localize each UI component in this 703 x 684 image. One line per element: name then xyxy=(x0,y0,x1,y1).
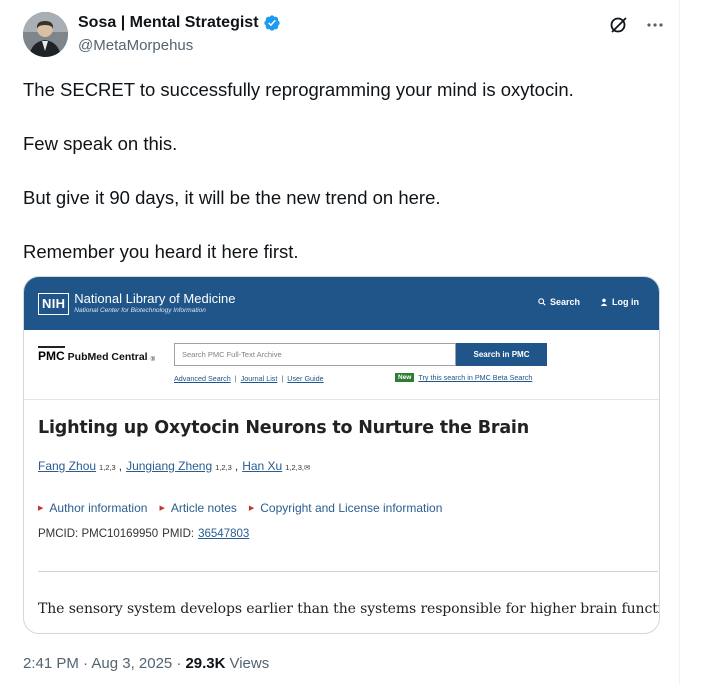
author-affiliation: 1,2,3 xyxy=(99,463,116,472)
nlm-login-link: Log in xyxy=(600,297,639,307)
pmcid: PMCID: PMC10169950 xyxy=(38,528,159,540)
tweet-paragraph: Remember you heard it here first. xyxy=(23,241,299,262)
abstract-line: The sensory system develops earlier than… xyxy=(38,601,660,617)
timestamp[interactable]: 2:41 PM · Aug 3, 2025 · xyxy=(23,655,181,672)
nlm-search-link: Search xyxy=(538,297,580,307)
author-name: Jungiang Zheng xyxy=(126,459,213,473)
link-label: Copyright and License information xyxy=(260,501,443,515)
author-name: Fang Zhou xyxy=(38,459,97,473)
triangle-right-icon: ▶ xyxy=(248,505,255,512)
copyright-link: ▶ Copyright and License information xyxy=(249,501,443,515)
author-affiliation: 1,2,3 xyxy=(215,463,232,472)
beta-search-link: Try this search in PMC Beta Search xyxy=(418,373,533,382)
new-badge: New xyxy=(395,373,415,382)
avatar[interactable] xyxy=(23,12,68,57)
nlm-subtitle: National Center for Biotechnology Inform… xyxy=(74,307,206,314)
nlm-header: NIH National Library of Medicine Nationa… xyxy=(24,277,659,330)
article-ids: PMCID: PMC10169950 PMID: 36547803 xyxy=(38,528,249,540)
attached-image[interactable]: NIH National Library of Medicine Nationa… xyxy=(23,276,660,634)
journal-list-link: Journal List xyxy=(240,374,278,383)
separator: , xyxy=(234,459,239,473)
article-notes-link: ▶ Article notes xyxy=(159,501,236,515)
user-icon xyxy=(600,298,608,306)
author-information-link: ▶ Author information xyxy=(38,501,147,515)
tweet-text: The SECRET to successfully reprogramming… xyxy=(23,76,663,265)
pmc-search-input: Search PMC Full-Text Archive xyxy=(174,343,456,366)
advanced-search-link: Advanced Search xyxy=(174,374,231,383)
triangle-right-icon: ▶ xyxy=(38,505,44,512)
author-affiliation: 1,2,3,✉ xyxy=(285,463,311,472)
avatar-photo-icon xyxy=(23,12,68,57)
registered-mark-icon: ® xyxy=(150,357,156,363)
divider xyxy=(38,571,658,572)
more-options-icon[interactable] xyxy=(644,14,666,36)
views-count: 29.3K xyxy=(185,655,226,672)
author-name: Han Xu xyxy=(242,459,283,473)
nlm-login-label: Log in xyxy=(612,297,639,307)
search-icon xyxy=(538,298,546,306)
separator: | xyxy=(234,374,237,383)
link-label: Author information xyxy=(49,501,148,515)
pmc-logo-box: PMC xyxy=(38,346,65,363)
author-list: Fang Zhou 1,2,3 , Jungiang Zheng 1,2,3 ,… xyxy=(38,459,313,473)
tweet-container: Sosa | Mental Strategist @MetaMorpehus T… xyxy=(0,0,680,684)
separator: , xyxy=(118,459,123,473)
pmc-search-button: Search in PMC xyxy=(456,343,547,366)
separator: | xyxy=(281,374,284,383)
tweet-paragraph: But give it 90 days, it will be the new … xyxy=(23,187,441,208)
tweet-paragraph: Few speak on this. xyxy=(23,133,178,154)
article-title: Lighting up Oxytocin Neurons to Nurture … xyxy=(38,418,529,438)
pmid-link: 36547803 xyxy=(198,528,250,540)
user-guide-link: User Guide xyxy=(287,374,324,383)
link-label: Article notes xyxy=(170,501,237,515)
nlm-search-label: Search xyxy=(549,297,580,307)
display-name[interactable]: Sosa | Mental Strategist xyxy=(78,14,259,32)
pmc-logo: PMC PubMed Central ® xyxy=(38,346,155,363)
nlm-title: National Library of Medicine xyxy=(74,291,236,306)
nih-logo: NIH xyxy=(38,292,70,315)
views-label: Views xyxy=(229,655,270,672)
grok-icon[interactable] xyxy=(608,14,630,36)
tweet-paragraph: The SECRET to successfully reprogramming… xyxy=(23,79,574,100)
verified-badge-icon[interactable] xyxy=(263,14,281,32)
pmid-label: PMID: xyxy=(162,528,195,540)
pmc-logo-text: PubMed Central xyxy=(67,351,148,363)
tweet-meta: 2:41 PM · Aug 3, 2025 · 29.3K Views xyxy=(23,655,269,672)
user-handle[interactable]: @MetaMorpehus xyxy=(78,37,193,54)
triangle-right-icon: ▶ xyxy=(159,505,165,512)
